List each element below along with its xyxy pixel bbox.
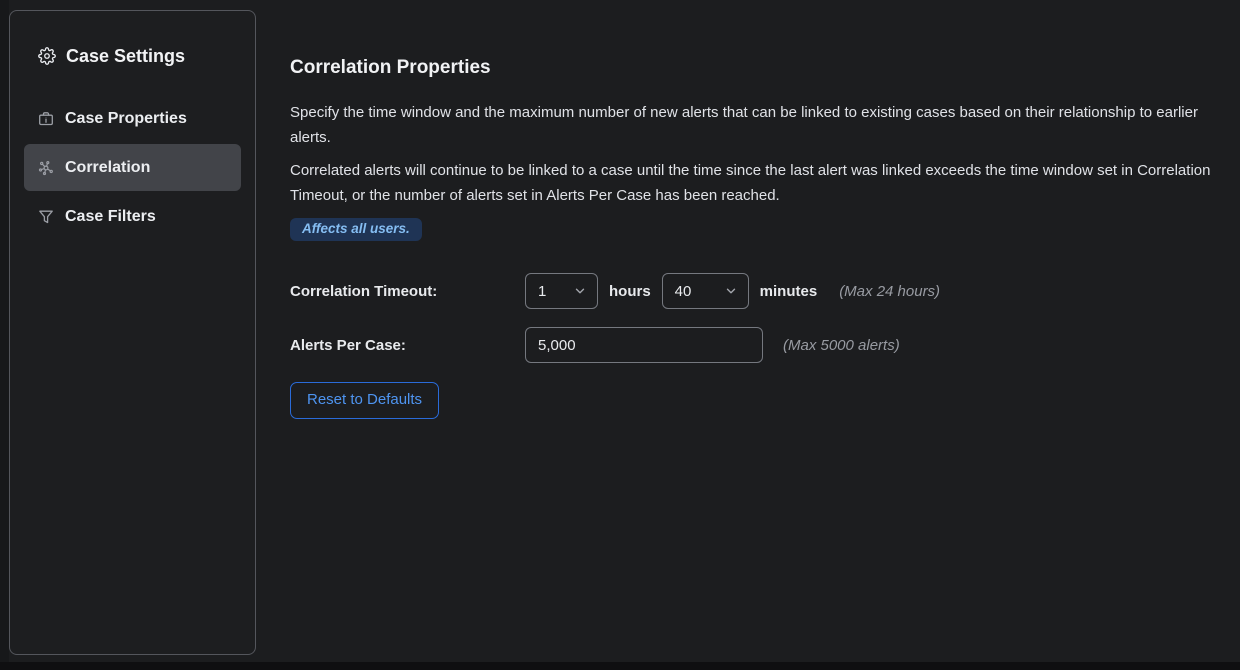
viewport-bottom-edge — [0, 662, 1240, 670]
minutes-select-value: 40 — [675, 283, 692, 300]
chevron-down-icon — [724, 284, 738, 298]
viewport-left-edge — [0, 0, 9, 670]
description-paragraph-1: Specify the time window and the maximum … — [290, 100, 1212, 150]
correlation-properties-section: Correlation Properties Specify the time … — [290, 56, 1212, 419]
sidebar-item-label: Case Properties — [65, 110, 187, 128]
hours-unit-label: hours — [609, 283, 651, 300]
reset-to-defaults-button[interactable]: Reset to Defaults — [290, 382, 439, 419]
case-settings-sidebar: Case Settings Case Properties — [9, 10, 256, 655]
description-paragraph-2: Correlated alerts will continue to be li… — [290, 158, 1212, 208]
correlation-form: Correlation Timeout: 1 hours 40 — [290, 273, 1212, 419]
sidebar-title: Case Settings — [66, 44, 185, 68]
sidebar-item-label: Case Filters — [65, 208, 156, 226]
page-title: Correlation Properties — [290, 56, 1212, 80]
minutes-select[interactable]: 40 — [662, 273, 749, 309]
sidebar-header: Case Settings — [38, 44, 241, 68]
max-alerts-hint: (Max 5000 alerts) — [783, 337, 900, 354]
sidebar-nav: Case Properties — [10, 95, 255, 240]
sidebar-item-case-filters[interactable]: Case Filters — [24, 193, 241, 240]
correlation-timeout-label: Correlation Timeout: — [290, 283, 525, 300]
briefcase-info-icon — [38, 111, 54, 127]
hours-select[interactable]: 1 — [525, 273, 598, 309]
max-hours-hint: (Max 24 hours) — [839, 283, 940, 300]
sidebar-item-correlation[interactable]: Correlation — [24, 144, 241, 191]
minutes-unit-label: minutes — [760, 283, 818, 300]
affects-all-users-badge: Affects all users. — [290, 218, 422, 241]
chevron-down-icon — [573, 284, 587, 298]
sidebar-item-label: Correlation — [65, 159, 150, 177]
correlation-timeout-row: Correlation Timeout: 1 hours 40 — [290, 273, 1212, 309]
alerts-per-case-row: Alerts Per Case: (Max 5000 alerts) — [290, 327, 1212, 363]
correlation-timeout-controls: 1 hours 40 — [525, 273, 940, 309]
filter-funnel-icon — [38, 209, 54, 225]
gear-icon — [38, 47, 56, 65]
alerts-per-case-input[interactable] — [525, 327, 763, 363]
alerts-per-case-label: Alerts Per Case: — [290, 337, 525, 354]
sidebar-item-case-properties[interactable]: Case Properties — [24, 95, 241, 142]
hours-select-value: 1 — [538, 283, 546, 300]
correlation-cluster-icon — [38, 160, 54, 176]
case-settings-page: Case Settings Case Properties — [0, 0, 1240, 670]
